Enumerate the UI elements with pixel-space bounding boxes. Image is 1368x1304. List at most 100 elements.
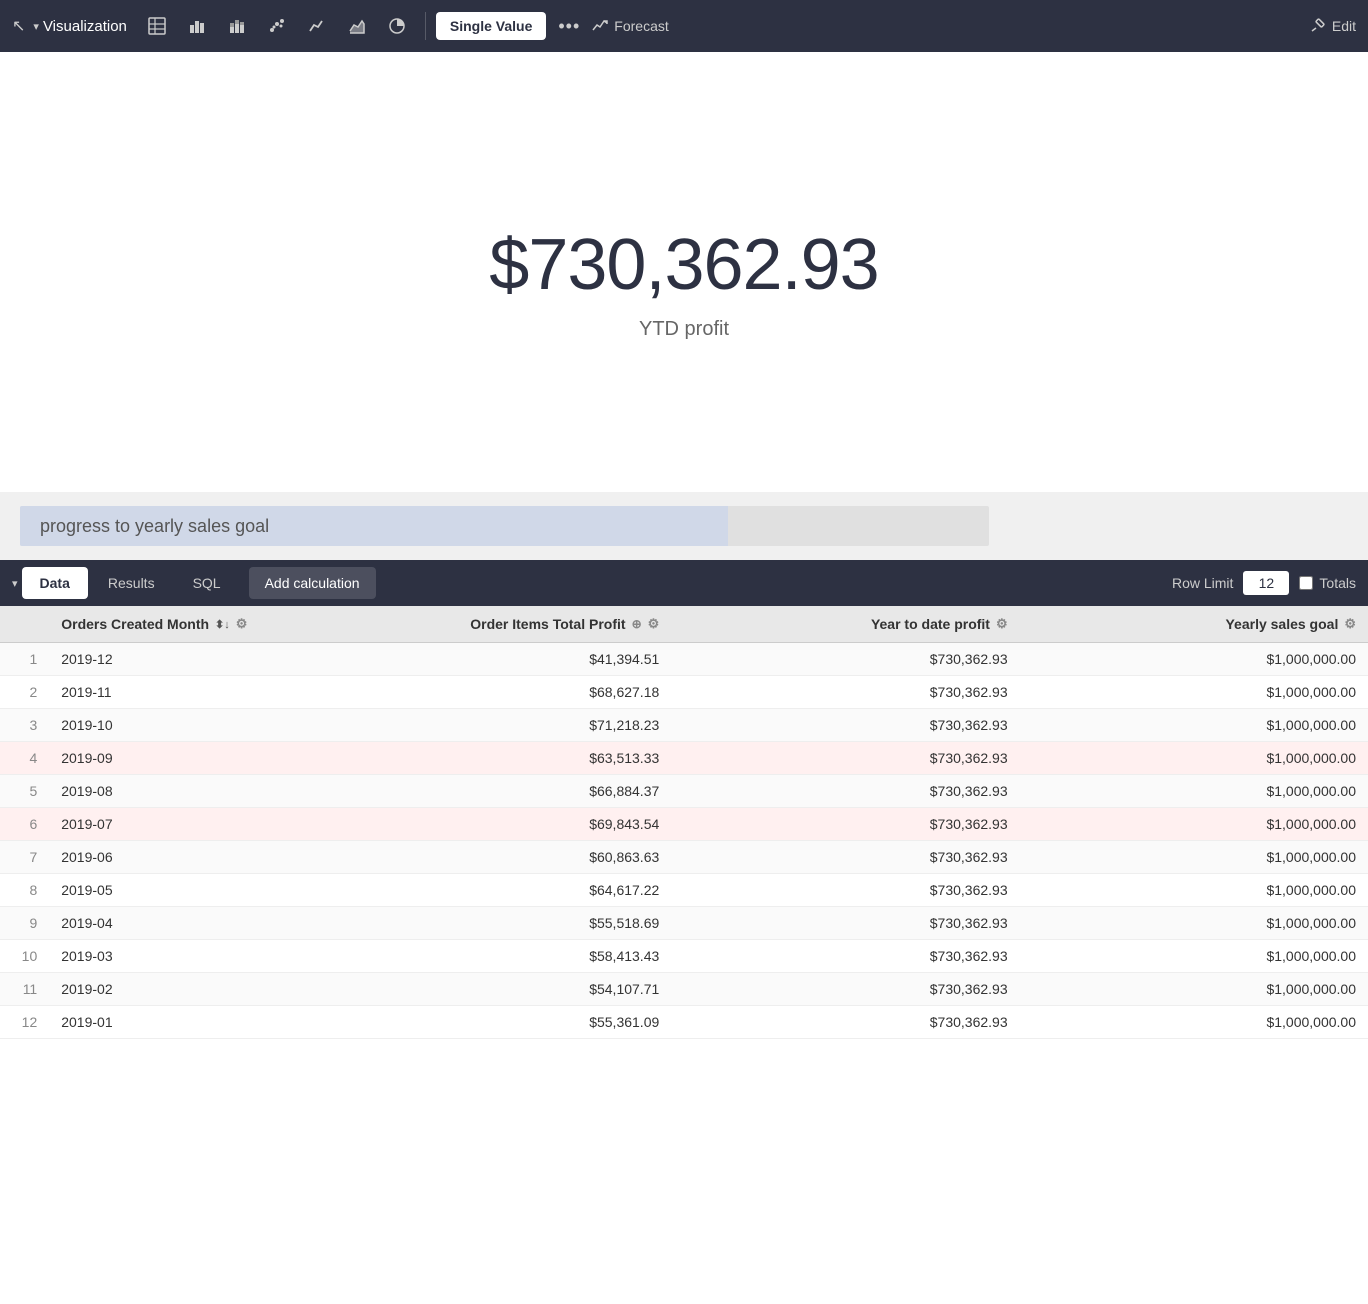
- cell-month: 2019-10: [49, 709, 323, 742]
- cell-goal: $1,000,000.00: [1020, 742, 1368, 775]
- area-chart-icon[interactable]: [339, 8, 375, 44]
- table-row: 7 2019-06 $60,863.63 $730,362.93 $1,000,…: [0, 841, 1368, 874]
- chevron-down-small-icon: ▾: [12, 577, 18, 590]
- cell-goal: $1,000,000.00: [1020, 1006, 1368, 1039]
- tab-data[interactable]: Data: [22, 567, 88, 599]
- cursor-icon: ↖: [12, 16, 25, 36]
- data-tabs-bar: ▾ Data Results SQL Add calculation Row L…: [0, 560, 1368, 606]
- table-row: 1 2019-12 $41,394.51 $730,362.93 $1,000,…: [0, 643, 1368, 676]
- cell-ytd: $730,362.93: [671, 874, 1019, 907]
- cell-rownum: 11: [0, 973, 49, 1006]
- edit-label: Edit: [1332, 18, 1356, 34]
- table-row: 9 2019-04 $55,518.69 $730,362.93 $1,000,…: [0, 907, 1368, 940]
- cell-month: 2019-09: [49, 742, 323, 775]
- cell-profit: $55,361.09: [323, 1006, 671, 1039]
- cell-profit: $71,218.23: [323, 709, 671, 742]
- cell-profit: $55,518.69: [323, 907, 671, 940]
- cell-profit: $58,413.43: [323, 940, 671, 973]
- cell-ytd: $730,362.93: [671, 907, 1019, 940]
- table-row: 5 2019-08 $66,884.37 $730,362.93 $1,000,…: [0, 775, 1368, 808]
- edit-icon: [1310, 18, 1326, 34]
- cell-month: 2019-02: [49, 973, 323, 1006]
- totals-checkbox[interactable]: [1299, 576, 1313, 590]
- cell-rownum: 12: [0, 1006, 49, 1039]
- divider-1: [425, 12, 426, 40]
- chevron-down-icon: ▾: [33, 20, 39, 33]
- cell-rownum: 10: [0, 940, 49, 973]
- cell-ytd: $730,362.93: [671, 973, 1019, 1006]
- cell-month: 2019-03: [49, 940, 323, 973]
- column-goal-gear[interactable]: ⚙: [1344, 616, 1356, 632]
- progress-bar: progress to yearly sales goal: [20, 506, 989, 546]
- cell-ytd: $730,362.93: [671, 775, 1019, 808]
- totals-label: Totals: [1319, 575, 1356, 591]
- tab-sql[interactable]: SQL: [175, 567, 239, 599]
- table-row: 8 2019-05 $64,617.22 $730,362.93 $1,000,…: [0, 874, 1368, 907]
- forecast-icon: [592, 18, 608, 34]
- cell-month: 2019-04: [49, 907, 323, 940]
- totals-checkbox-label: Totals: [1299, 575, 1356, 591]
- cell-ytd: $730,362.93: [671, 676, 1019, 709]
- cell-rownum: 8: [0, 874, 49, 907]
- cell-goal: $1,000,000.00: [1020, 775, 1368, 808]
- cell-goal: $1,000,000.00: [1020, 907, 1368, 940]
- table-row: 6 2019-07 $69,843.54 $730,362.93 $1,000,…: [0, 808, 1368, 841]
- row-limit-label: Row Limit: [1172, 575, 1233, 591]
- pie-chart-icon[interactable]: [379, 8, 415, 44]
- cell-profit: $69,843.54: [323, 808, 671, 841]
- row-limit-input[interactable]: 12: [1243, 571, 1289, 595]
- table-row: 4 2019-09 $63,513.33 $730,362.93 $1,000,…: [0, 742, 1368, 775]
- cell-month: 2019-05: [49, 874, 323, 907]
- table-row: 10 2019-03 $58,413.43 $730,362.93 $1,000…: [0, 940, 1368, 973]
- cell-ytd: $730,362.93: [671, 808, 1019, 841]
- table-chart-icon[interactable]: [139, 8, 175, 44]
- cell-profit: $66,884.37: [323, 775, 671, 808]
- single-value-button[interactable]: Single Value: [436, 12, 546, 40]
- column-month-gear[interactable]: ⚙: [236, 616, 248, 632]
- th-goal: Yearly sales goal ⚙: [1020, 606, 1368, 643]
- sort-icon[interactable]: ⬍↓: [215, 618, 230, 631]
- data-table-wrapper: Orders Created Month ⬍↓ ⚙ Order Items To…: [0, 606, 1368, 1039]
- main-value: $730,362.93: [489, 224, 878, 306]
- add-calculation-button[interactable]: Add calculation: [249, 567, 376, 599]
- calc-icon: ⊕: [632, 617, 642, 631]
- column-profit-gear[interactable]: ⚙: [648, 616, 660, 632]
- cell-rownum: 2: [0, 676, 49, 709]
- cell-ytd: $730,362.93: [671, 643, 1019, 676]
- cell-goal: $1,000,000.00: [1020, 709, 1368, 742]
- cell-rownum: 5: [0, 775, 49, 808]
- column-goal-label: Yearly sales goal: [1225, 616, 1338, 632]
- edit-button[interactable]: Edit: [1310, 18, 1356, 34]
- cell-month: 2019-06: [49, 841, 323, 874]
- cell-goal: $1,000,000.00: [1020, 808, 1368, 841]
- tab-results[interactable]: Results: [90, 567, 173, 599]
- th-rownum: [0, 606, 49, 643]
- cell-goal: $1,000,000.00: [1020, 841, 1368, 874]
- table-row: 2 2019-11 $68,627.18 $730,362.93 $1,000,…: [0, 676, 1368, 709]
- cell-ytd: $730,362.93: [671, 940, 1019, 973]
- cell-rownum: 9: [0, 907, 49, 940]
- cell-month: 2019-08: [49, 775, 323, 808]
- toolbar: ↖ ▾ Visualization Single Value ••• Forec…: [0, 0, 1368, 52]
- main-display: $730,362.93 YTD profit: [0, 52, 1368, 492]
- cell-ytd: $730,362.93: [671, 841, 1019, 874]
- cell-profit: $60,863.63: [323, 841, 671, 874]
- more-options-button[interactable]: •••: [550, 8, 588, 44]
- stacked-bar-icon[interactable]: [219, 8, 255, 44]
- cell-goal: $1,000,000.00: [1020, 676, 1368, 709]
- column-ytd-label: Year to date profit: [871, 616, 990, 632]
- row-limit-area: Row Limit 12 Totals: [1172, 571, 1356, 595]
- visualization-label: Visualization: [43, 18, 127, 35]
- forecast-button[interactable]: Forecast: [592, 18, 668, 34]
- cell-month: 2019-01: [49, 1006, 323, 1039]
- cell-rownum: 6: [0, 808, 49, 841]
- cell-rownum: 3: [0, 709, 49, 742]
- bar-chart-icon[interactable]: [179, 8, 215, 44]
- cell-profit: $64,617.22: [323, 874, 671, 907]
- line-chart-icon[interactable]: [299, 8, 335, 44]
- column-ytd-gear[interactable]: ⚙: [996, 616, 1008, 632]
- scatter-icon[interactable]: [259, 8, 295, 44]
- cell-ytd: $730,362.93: [671, 1006, 1019, 1039]
- cell-month: 2019-11: [49, 676, 323, 709]
- progress-label: progress to yearly sales goal: [40, 516, 269, 537]
